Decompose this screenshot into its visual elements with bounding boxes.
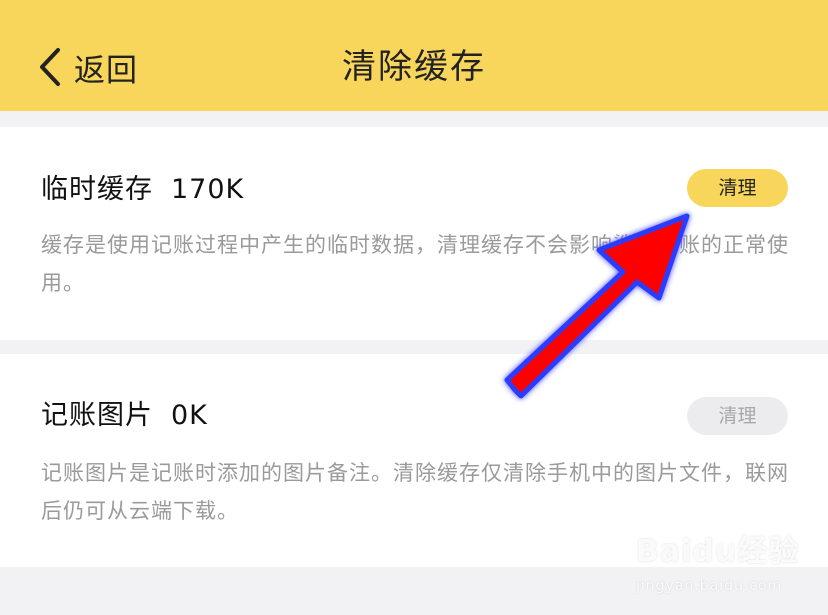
- watermark-url: jingyan.baidu.com: [636, 578, 783, 594]
- bill-images-title: 记账图片 0K: [41, 398, 208, 434]
- bill-images-size: 0K: [171, 400, 208, 431]
- watermark-brand: Baidu经验: [636, 534, 800, 569]
- temp-cache-label: 临时缓存: [41, 174, 153, 205]
- temp-cache-size: 170K: [171, 174, 245, 205]
- annotation-arrow-icon: [504, 213, 690, 399]
- baidu-jingyan-watermark: Baidu经验 jingyan.baidu.com: [636, 526, 816, 606]
- page-title: 清除缓存: [342, 47, 486, 87]
- top-nav-bar: 返回 清除缓存: [0, 0, 828, 111]
- temp-cache-title: 临时缓存 170K: [41, 172, 244, 208]
- bill-images-label: 记账图片: [41, 400, 153, 431]
- bill-images-description: 记账图片是记账时添加的图片备注。清除缓存仅清除手机中的图片文件，联网后仍可从云端…: [41, 461, 789, 523]
